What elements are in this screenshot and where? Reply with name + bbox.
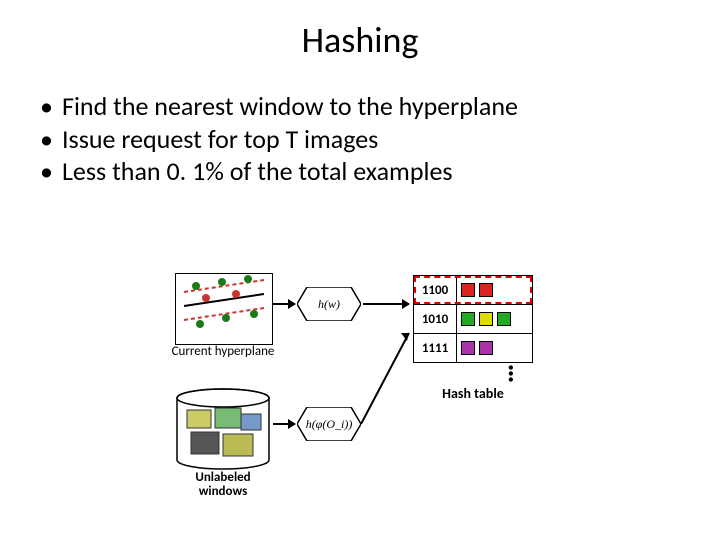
- swatch-icon: [479, 312, 493, 326]
- bullet-text: Find the nearest window to the hyperplan…: [62, 90, 518, 123]
- bullet-dot-icon: •: [40, 123, 62, 156]
- hash-node-phi: h(φ(O_i)): [297, 407, 361, 441]
- bullet-list: • Find the nearest window to the hyperpl…: [40, 90, 720, 188]
- bullet-item: • Find the nearest window to the hyperpl…: [40, 90, 720, 123]
- hashing-diagram: Current hyperplane h(w) Unlabeled window…: [175, 273, 545, 493]
- vertical-dots-icon: •••: [505, 365, 518, 383]
- hash-code: 1111: [414, 334, 457, 362]
- hash-table-label: Hash table: [413, 385, 533, 402]
- hash-node-w-label: h(w): [297, 287, 361, 321]
- swatch-icon: [497, 312, 511, 326]
- cylinder-icon: [175, 388, 271, 474]
- swatch-icon: [461, 312, 475, 326]
- hash-code: 1010: [414, 305, 457, 333]
- bullet-item: • Less than 0. 1% of the total examples: [40, 155, 720, 188]
- hyperplane-scatter-icon: [176, 274, 272, 344]
- bullet-item: • Issue request for top T images: [40, 123, 720, 156]
- hash-node-w: h(w): [297, 287, 361, 321]
- hash-node-phi-label: h(φ(O_i)): [297, 407, 361, 441]
- bullet-text: Issue request for top T images: [62, 123, 378, 156]
- swatch-icon: [461, 341, 475, 355]
- table-row: 1111: [413, 333, 533, 363]
- unlabeled-cylinder: [175, 388, 271, 468]
- slide-title: Hashing: [0, 18, 720, 62]
- hash-table: 1100 1010 1111: [413, 275, 533, 362]
- hash-code: 1100: [414, 276, 457, 304]
- swatch-icon: [461, 283, 475, 297]
- swatch-icon: [479, 341, 493, 355]
- arrow-icon: [273, 303, 295, 305]
- bullet-text: Less than 0. 1% of the total examples: [62, 155, 453, 188]
- table-row: 1010: [413, 304, 533, 334]
- unlabeled-label: Unlabeled windows: [175, 471, 271, 498]
- hash-bucket: [457, 334, 532, 362]
- arrow-icon: [273, 423, 295, 425]
- table-row: 1100: [413, 275, 533, 305]
- hash-bucket: [457, 276, 532, 304]
- arrow-icon: [361, 303, 417, 433]
- hyperplane-box: [175, 273, 273, 345]
- hyperplane-label: Current hyperplane: [171, 345, 275, 359]
- hash-bucket: [457, 305, 532, 333]
- bullet-dot-icon: •: [40, 155, 62, 188]
- bullet-dot-icon: •: [40, 90, 62, 123]
- swatch-icon: [479, 283, 493, 297]
